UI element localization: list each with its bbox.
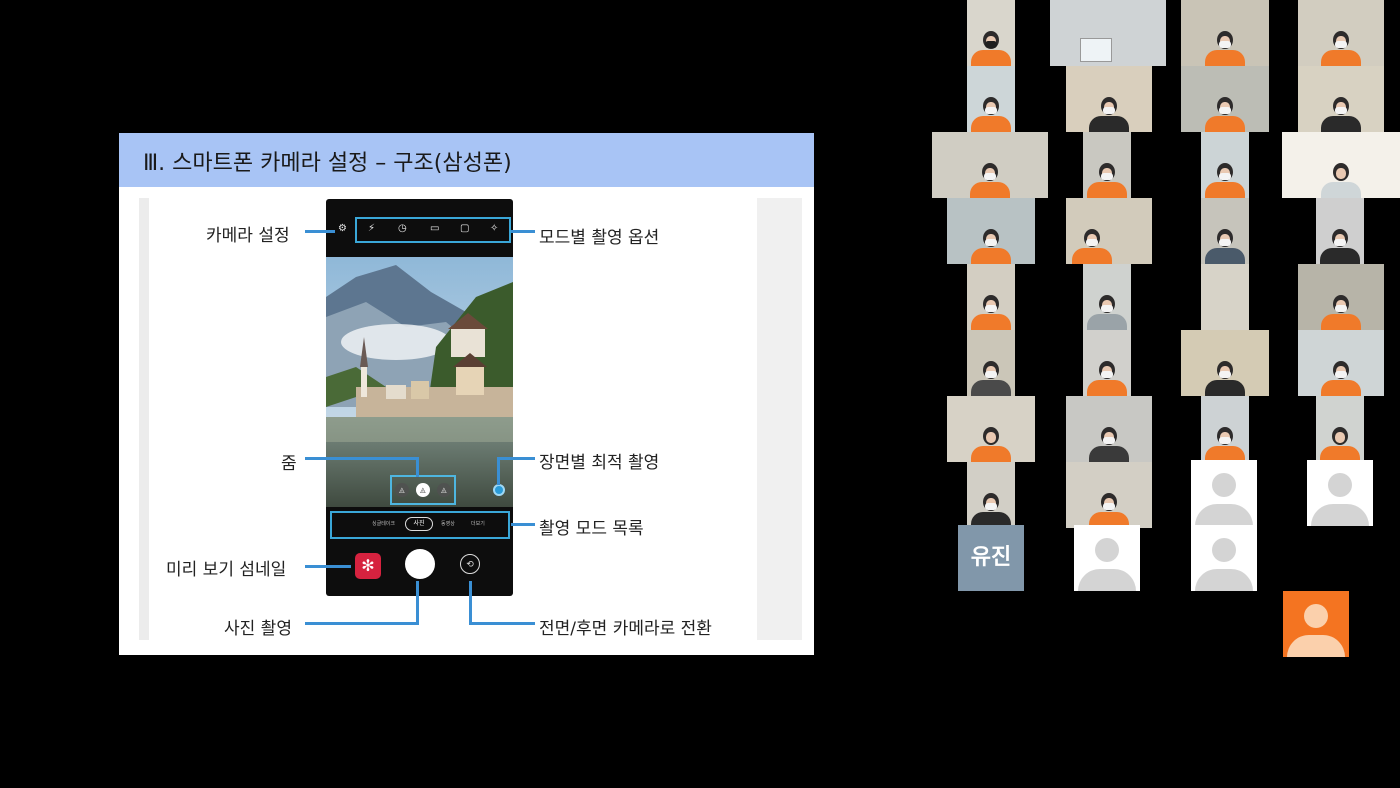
connector-camera-settings <box>305 230 335 233</box>
callout-take-photo: 사진 촬영 <box>224 619 292 639</box>
mode-list-highlight <box>330 511 510 539</box>
participant-video[interactable] <box>1201 132 1249 198</box>
connector-shutter-v <box>416 581 419 625</box>
shutter-button[interactable] <box>405 549 435 579</box>
participant-video[interactable] <box>1298 66 1384 132</box>
landscape-photo <box>326 257 513 507</box>
slide-left-panel <box>139 198 149 640</box>
participant-video[interactable] <box>1066 462 1152 528</box>
connector-thumbnail <box>305 565 351 568</box>
callout-scene-optimizer: 장면별 최적 촬영 <box>539 453 660 473</box>
avatar-placeholder-icon <box>1304 604 1328 628</box>
slide-header: Ⅲ. 스마트폰 카메라 설정 – 구조(삼성폰) <box>119 133 814 187</box>
participant-video[interactable] <box>1181 0 1269 66</box>
participant-no-video[interactable] <box>1307 460 1373 526</box>
switch-camera-icon[interactable]: ⟲ <box>460 554 480 574</box>
participant-no-video[interactable] <box>1191 460 1257 526</box>
connector-scene-v <box>497 457 500 485</box>
participant-name: 유진 <box>970 545 1012 570</box>
connector-zoom-v <box>416 457 419 477</box>
settings-gear-icon: ⚙ <box>338 223 347 234</box>
participant-video[interactable] <box>1181 66 1269 132</box>
mode-options-highlight <box>355 217 511 243</box>
participant-no-video[interactable] <box>1074 525 1140 591</box>
connector-mode-list <box>511 523 535 526</box>
participant-video[interactable] <box>1201 264 1249 330</box>
participant-video[interactable] <box>947 396 1035 462</box>
participant-video[interactable] <box>967 330 1015 396</box>
participant-video[interactable] <box>1083 132 1131 198</box>
callout-mode-list: 촬영 모드 목록 <box>539 519 644 539</box>
participant-gallery: 유진 <box>932 0 1400 660</box>
avatar-placeholder-icon <box>1212 538 1236 562</box>
connector-mode-options <box>511 230 535 233</box>
connector-scene-h <box>497 457 535 460</box>
callout-mode-options: 모드별 촬영 옵션 <box>539 228 660 248</box>
participant-name-tile[interactable]: 유진 <box>958 525 1024 591</box>
zoom-tele-icon[interactable]: ◬ <box>437 483 451 497</box>
participant-video[interactable] <box>967 264 1015 330</box>
participant-video[interactable] <box>1298 0 1384 66</box>
callout-zoom: 줌 <box>281 454 297 474</box>
avatar-placeholder-icon <box>1212 473 1236 497</box>
participant-video[interactable] <box>947 198 1035 264</box>
participant-video[interactable] <box>1083 330 1131 396</box>
participant-video[interactable] <box>1316 198 1364 264</box>
participant-video[interactable] <box>967 66 1015 132</box>
participant-video[interactable] <box>1066 66 1152 132</box>
callout-camera-settings: 카메라 설정 <box>206 226 290 246</box>
participant-video[interactable] <box>1298 330 1384 396</box>
participant-video[interactable] <box>932 132 1048 198</box>
callout-preview-thumbnail: 미리 보기 섬네일 <box>166 560 287 580</box>
avatar-placeholder-icon <box>1328 473 1352 497</box>
connector-shutter-h <box>305 622 419 625</box>
callout-switch-camera: 전면/후면 카메라로 전환 <box>539 619 712 639</box>
zoom-ultrawide-icon[interactable]: ◬ <box>395 483 409 497</box>
participant-video[interactable] <box>1201 198 1249 264</box>
scene-optimizer-icon[interactable] <box>493 484 505 496</box>
participant-video[interactable] <box>1316 396 1364 462</box>
participant-video[interactable] <box>967 0 1015 66</box>
participant-video[interactable] <box>1066 198 1152 264</box>
zoom-wide-icon[interactable]: ◬ <box>416 483 430 497</box>
self-video-tile[interactable] <box>1283 591 1349 657</box>
participant-video[interactable] <box>1066 396 1152 462</box>
participant-video[interactable] <box>1201 396 1249 462</box>
participant-video[interactable] <box>1298 264 1384 330</box>
connector-zoom-h <box>305 457 419 460</box>
zoom-control[interactable]: ◬ ◬ ◬ <box>390 475 456 505</box>
participant-video[interactable] <box>1050 0 1166 66</box>
participant-video[interactable] <box>1181 330 1269 396</box>
participant-no-video[interactable] <box>1191 525 1257 591</box>
shared-slide: Ⅲ. 스마트폰 카메라 설정 – 구조(삼성폰) ⚙ ⚡ ◷ ▭ ▢ ✧ ◬ ◬… <box>119 133 814 655</box>
slide-title: Ⅲ. 스마트폰 카메라 설정 – 구조(삼성폰) <box>143 151 512 176</box>
connector-switch-v <box>469 581 472 625</box>
participant-video[interactable] <box>1083 264 1131 330</box>
connector-switch-h <box>469 622 535 625</box>
slide-right-panel <box>757 198 802 640</box>
participant-video[interactable] <box>967 462 1015 528</box>
participant-video[interactable] <box>1282 132 1400 198</box>
preview-thumbnail-icon[interactable]: ✻ <box>355 553 381 579</box>
avatar-placeholder-icon <box>1095 538 1119 562</box>
